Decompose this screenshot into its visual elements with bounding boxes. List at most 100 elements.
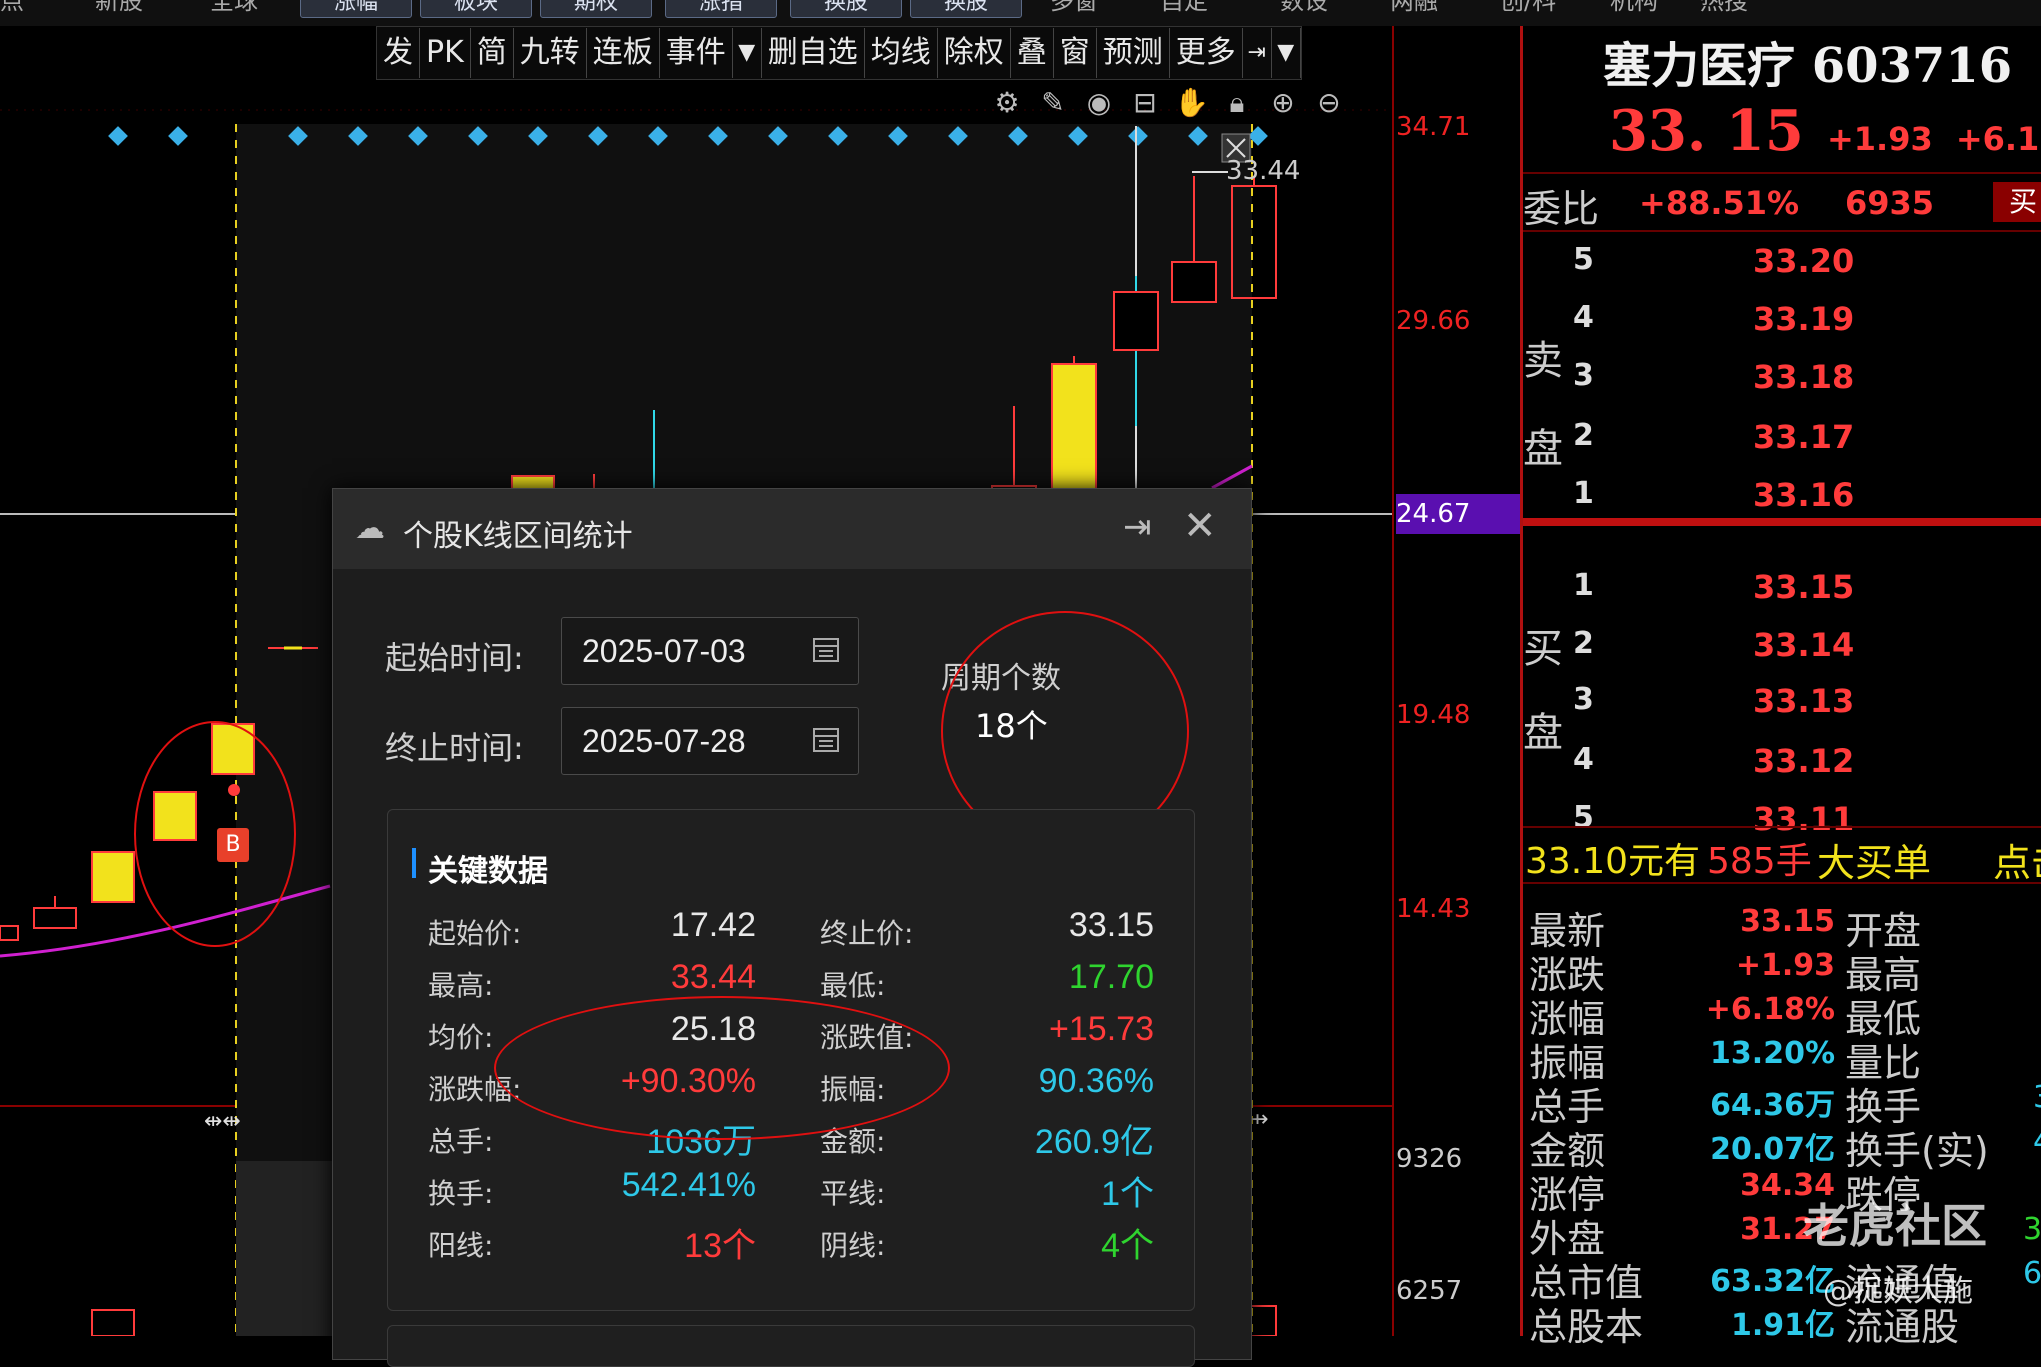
sell-level-price[interactable]: 33.18 <box>1753 358 1854 396</box>
eye-icon[interactable]: ◉ <box>1082 86 1116 120</box>
key-label: 平线: <box>820 1177 886 1210</box>
axis-label: 9326 <box>1396 1144 1463 1174</box>
toolbar-more-dropdown[interactable]: ▼ <box>1272 28 1301 78</box>
gear-icon[interactable]: ⚙ <box>990 86 1024 120</box>
sell-level-price[interactable]: 33.16 <box>1753 476 1854 514</box>
price-axis: 34.71 29.66 24.67 19.48 14.43 9326 6257 <box>1392 26 1522 1336</box>
top-button-3[interactable]: 涨指 <box>665 0 777 18</box>
zoom-in-icon[interactable]: ⊕ <box>1266 86 1300 120</box>
top-button-0[interactable]: 涨幅 <box>300 0 412 18</box>
end-date-input[interactable] <box>580 716 784 766</box>
tab-settings[interactable]: 数设 <box>1280 0 1328 16</box>
toolbar-pin-icon[interactable]: ⇥ <box>1243 28 1272 78</box>
big-order-price: 33.10元有 <box>1525 841 1701 882</box>
stat-edge: 4 <box>2033 1124 2041 1159</box>
buy-level-price[interactable]: 33.12 <box>1753 742 1854 780</box>
tab-2[interactable]: 全球 <box>210 0 258 16</box>
big-order-row[interactable]: 33.10元有 585手 大买单 点击 <box>1523 826 2041 885</box>
buy-level-price[interactable]: 33.13 <box>1753 682 1854 720</box>
sell-level-idx: 1 <box>1573 476 1594 511</box>
hand-icon[interactable]: ✋ <box>1174 86 1209 120</box>
top-button-5[interactable]: 换股 <box>910 0 1022 18</box>
close-icon[interactable]: ✕ <box>1183 503 1217 549</box>
toolbar-events[interactable]: 事件 <box>660 28 733 78</box>
section-accent-bar <box>412 848 416 878</box>
tab-1[interactable]: 新股 <box>95 0 143 16</box>
buy-level-price[interactable]: 33.15 <box>1753 568 1854 606</box>
stat-value: 1.91亿 <box>1730 1308 1835 1343</box>
tab-custom[interactable]: 自定 <box>1160 0 1208 16</box>
end-date-field[interactable] <box>561 707 859 775</box>
sell-orders: 卖 盘 5 33.20 4 33.19 3 33.18 2 33.17 1 33… <box>1523 230 2041 532</box>
buy-level-price[interactable]: 33.14 <box>1753 626 1854 664</box>
next-section <box>387 1325 1195 1367</box>
buy-level-idx: 3 <box>1573 682 1594 717</box>
toolbar-more[interactable]: 更多 <box>1170 28 1243 78</box>
key-value: 17.42 <box>670 906 756 944</box>
start-date-field[interactable] <box>561 617 859 685</box>
key-value: 33.15 <box>1068 906 1154 944</box>
tab-margin[interactable]: 两融 <box>1390 0 1438 16</box>
tab-hot-search[interactable]: 热搜 <box>1700 0 1748 16</box>
stock-name: 塞力医疗 <box>1603 38 1796 94</box>
stat-value: 64.36万 <box>1710 1088 1835 1123</box>
pen-icon[interactable]: ✎ <box>1036 86 1070 120</box>
start-date-input[interactable] <box>580 626 784 676</box>
toolbar-simple[interactable]: 简 <box>471 28 514 78</box>
toolbar-ex-rights[interactable]: 除权 <box>938 28 1011 78</box>
toolbar-predict[interactable]: 预测 <box>1097 28 1170 78</box>
tab-0[interactable]: 点 <box>0 0 24 16</box>
key-value: +15.73 <box>1049 1010 1154 1048</box>
top-button-1[interactable]: 板块 <box>420 0 532 18</box>
sell-level-price[interactable]: 33.17 <box>1753 418 1854 456</box>
key-label: 最低: <box>820 969 886 1002</box>
bid-ask-divider <box>1523 518 2041 526</box>
sell-level-price[interactable]: 33.20 <box>1753 242 1854 280</box>
top-button-2[interactable]: 期权 <box>540 0 652 18</box>
last-price: 33. 15 <box>1609 98 1804 164</box>
stock-code: 603716 <box>1811 38 2013 94</box>
tab-institution[interactable]: 机构 <box>1610 0 1658 16</box>
range-handle-right: ⇸ <box>1250 1107 1268 1132</box>
lock-icon[interactable]: 🔒︎ <box>1220 86 1254 120</box>
price-change: +1.93 <box>1826 120 1933 158</box>
tab-multi-window[interactable]: 多窗 <box>1050 0 1098 16</box>
calendar-icon[interactable] <box>812 724 840 754</box>
toolbar-moving-average[interactable]: 均线 <box>865 28 938 78</box>
key-value: 33.44 <box>670 958 756 996</box>
stat-value: 63.32亿 <box>1710 1264 1835 1299</box>
toolbar-overlay[interactable]: 叠 <box>1011 28 1054 78</box>
stat-edge: 6 <box>2023 1256 2041 1291</box>
stat-value: +1.93 <box>1735 948 1835 983</box>
sell-level-idx: 3 <box>1573 358 1594 393</box>
toolbar-send[interactable]: 发 <box>377 28 420 78</box>
collapse-icon[interactable]: ⇥ <box>1123 507 1152 547</box>
sell-level-idx: 4 <box>1573 300 1594 335</box>
toolbar-limit-up-streak[interactable]: 连板 <box>587 28 660 78</box>
buy-tag[interactable]: 买 <box>1993 182 2041 222</box>
buy-level-idx: 2 <box>1573 626 1594 661</box>
buy-orders: 买 盘 1 33.15 2 33.14 3 33.13 4 33.12 5 33… <box>1523 532 2041 838</box>
weicha-value: 6935 <box>1845 184 1935 222</box>
buy-signal-badge[interactable]: B <box>217 828 249 862</box>
toolbar-nine-turn[interactable]: 九转 <box>514 28 587 78</box>
stat-label: 总股本 <box>1529 1305 1644 1349</box>
tab-chuangke[interactable]: 创/科 <box>1500 0 1556 16</box>
dialog-header[interactable]: ☁ 个股K线区间统计 ⇥ ✕ <box>333 489 1251 569</box>
end-time-label: 终止时间: <box>385 729 524 767</box>
sell-level-price[interactable]: 33.19 <box>1753 300 1854 338</box>
key-label: 总手: <box>428 1125 494 1158</box>
toolbar-remove-watchlist[interactable]: 删自选 <box>762 28 865 78</box>
zoom-out-icon[interactable]: ⊖ <box>1312 86 1346 120</box>
big-order-qty: 585手 <box>1707 841 1812 882</box>
toolbar-window[interactable]: 窗 <box>1054 28 1097 78</box>
chart-toolbar: 发 PK 简 九转 连板 事件 ▼ 删自选 均线 除权 叠 窗 预测 更多 ⇥ … <box>376 26 1302 80</box>
toolbar-events-dropdown[interactable]: ▼ <box>733 28 762 78</box>
toolbar-pk[interactable]: PK <box>420 28 471 78</box>
annotation-circle-change <box>494 996 950 1140</box>
calendar-icon[interactable] <box>812 634 840 664</box>
toolbox-icon[interactable]: ⊟ <box>1128 86 1162 120</box>
key-label: 最高: <box>428 969 494 1002</box>
top-button-4[interactable]: 换股 <box>790 0 902 18</box>
axis-label: 14.43 <box>1396 894 1471 924</box>
